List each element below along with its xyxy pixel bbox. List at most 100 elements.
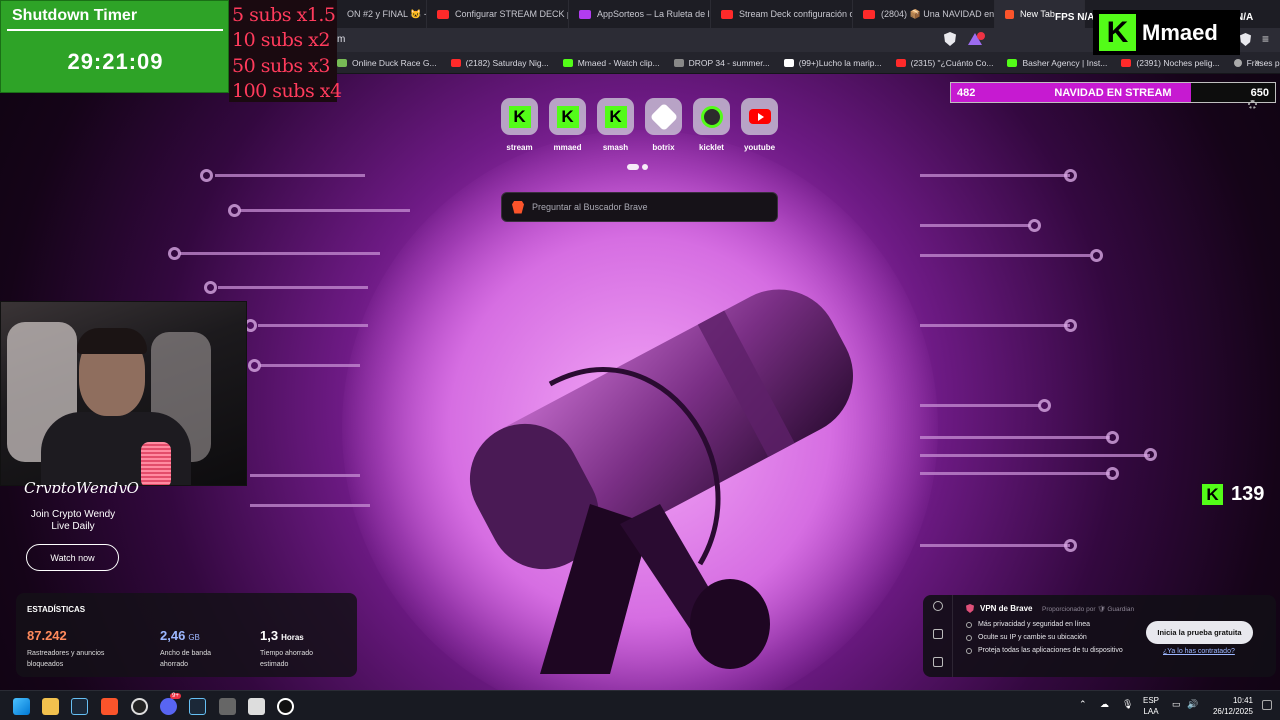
kick-icon: K xyxy=(604,105,627,128)
tab-2[interactable]: AppSorteos – La Ruleta de la S xyxy=(569,0,711,28)
steam-icon[interactable] xyxy=(189,698,206,715)
bookmark-item[interactable]: Mmaed - Watch clip... xyxy=(562,57,660,68)
search-box[interactable] xyxy=(501,192,778,222)
shortcut-mmaed[interactable]: K mmaed xyxy=(549,98,586,152)
circuit-node xyxy=(1090,249,1103,262)
page-dot[interactable] xyxy=(642,164,648,170)
tab-0[interactable]: ON #2 y FINAL 😺 - Yo xyxy=(337,0,427,28)
tab-1[interactable]: Configurar STREAM DECK para xyxy=(427,0,569,28)
check-icon xyxy=(966,647,972,654)
stat-unit: Horas xyxy=(281,633,304,642)
microphone-icon[interactable]: 🎙 xyxy=(1122,699,1133,710)
calculator-icon[interactable] xyxy=(219,698,236,715)
shortcut-botrix[interactable]: botrix xyxy=(645,98,682,152)
fps-readout: FPS N/A xyxy=(1055,12,1094,23)
shortcut-kicklet[interactable]: kicklet xyxy=(693,98,730,152)
shortcut-label: mmaed xyxy=(553,143,582,152)
circuit-trace xyxy=(250,474,360,477)
kick-count-value: 139 xyxy=(1231,483,1265,505)
shortcut-tile xyxy=(741,98,778,135)
bookmark-label: Mmaed - Watch clip... xyxy=(577,57,660,68)
brave-icon[interactable] xyxy=(101,698,118,715)
bookmark-label: Basher Agency | Inst... xyxy=(1022,57,1108,68)
store-icon[interactable] xyxy=(248,698,265,715)
circuit-node xyxy=(1106,467,1119,480)
file-explorer-icon[interactable] xyxy=(42,698,59,715)
watch-now-button[interactable]: Watch now xyxy=(26,544,119,571)
obs-icon[interactable] xyxy=(131,698,148,715)
shortcut-tile xyxy=(645,98,682,135)
webcam-microphone xyxy=(141,442,171,485)
system-clock[interactable]: 10:41 26/12/2025 xyxy=(1209,695,1253,717)
goal-target: 650 xyxy=(1250,87,1269,99)
webcam-person-hair xyxy=(77,328,147,354)
bookmark-label: Online Duck Race G... xyxy=(352,57,437,68)
vpn-trial-button[interactable]: Inicia la prueba gratuita xyxy=(1146,621,1253,644)
circuit-trace xyxy=(240,209,410,212)
clock-app-icon[interactable] xyxy=(277,698,294,715)
brave-shield-icon[interactable] xyxy=(944,32,956,46)
chevron-up-icon[interactable]: ⌃ xyxy=(1079,699,1087,710)
shortcut-tile: K xyxy=(549,98,586,135)
stats-title: ESTADÍSTICAS xyxy=(27,605,86,614)
windows-start-icon[interactable] xyxy=(13,698,30,715)
menu-icon[interactable]: ≡ xyxy=(1262,32,1269,46)
circuit-node xyxy=(200,169,213,182)
circuit-trace xyxy=(250,504,370,507)
language-indicator[interactable]: ESP LAA xyxy=(1143,695,1159,717)
vpn-triangle-icon[interactable] xyxy=(933,629,943,639)
stats-widget: ESTADÍSTICAS 87.242 Rastreadores y anunc… xyxy=(16,593,357,677)
tab-3[interactable]: Stream Deck configuración del xyxy=(711,0,853,28)
steam-icon[interactable] xyxy=(71,698,88,715)
promo-text: Join Crypto Wendy Live Daily xyxy=(0,509,146,533)
display-icon[interactable]: ▭ xyxy=(1172,699,1181,710)
page-dot-active[interactable] xyxy=(627,164,639,170)
shortcut-smash[interactable]: K smash xyxy=(597,98,634,152)
bookmark-item[interactable]: Online Duck Race G... xyxy=(337,58,437,68)
shortcut-youtube[interactable]: youtube xyxy=(741,98,778,152)
shield-icon[interactable] xyxy=(933,601,943,611)
bookmark-item[interactable]: DROP 34 - summer... xyxy=(673,57,770,68)
circuit-node xyxy=(1028,219,1041,232)
vpn-already-link[interactable]: ¿Ya lo has contratado? xyxy=(1163,648,1235,655)
circuit-trace xyxy=(920,254,1090,257)
bookmark-label: DROP 34 - summer... xyxy=(688,57,770,68)
kick-icon: K xyxy=(508,105,531,128)
tab-1-label: Configurar STREAM DECK para xyxy=(455,9,568,19)
circuit-node xyxy=(204,281,217,294)
tab-4[interactable]: (2804) 📦 Una NAVIDAD en Ki xyxy=(853,0,995,28)
bookmark-item[interactable]: (2391) Noches pelig... xyxy=(1121,58,1220,68)
mmaed-logo: K Mmaed xyxy=(1093,10,1240,55)
brand-name: Mmaed xyxy=(1142,19,1218,45)
vpn-title-text: VPN de Brave xyxy=(980,604,1033,613)
bookmark-item[interactable]: (2182) Saturday Nig... xyxy=(450,58,549,68)
kick-follower-count: K 139 xyxy=(1202,483,1264,506)
shortcut-stream[interactable]: K stream xyxy=(501,98,538,152)
vpn-feature-text: Más privacidad y seguridad en línea xyxy=(978,621,1091,628)
circuit-trace xyxy=(218,286,368,289)
botrix-icon xyxy=(649,102,678,131)
widget-sidebar xyxy=(923,595,953,677)
tiktok-icon xyxy=(783,58,794,67)
lang-line-2: LAA xyxy=(1143,707,1159,716)
circuit-trace xyxy=(180,252,380,255)
brave-lion-icon xyxy=(512,200,524,214)
bookmarks-more-icon[interactable]: » xyxy=(1254,57,1260,68)
volume-icon[interactable]: 🔊 xyxy=(1187,699,1198,710)
bookmark-item[interactable]: Basher Agency | Inst... xyxy=(1007,58,1107,68)
search-input[interactable] xyxy=(532,202,752,212)
clock-date: 26/12/2025 xyxy=(1212,707,1253,716)
circuit-trace xyxy=(258,324,368,327)
check-icon xyxy=(966,634,972,641)
gear-icon[interactable] xyxy=(1248,100,1257,109)
kick-icon: K xyxy=(1202,484,1223,505)
bookmark-item[interactable]: (2315) "¿Cuánto Co... xyxy=(895,58,993,68)
discord-icon[interactable] xyxy=(160,698,177,715)
card-icon[interactable] xyxy=(933,657,943,667)
vpn-icon[interactable] xyxy=(1240,33,1251,46)
bookmark-item[interactable]: (99+)Lucho la marip... xyxy=(783,58,882,68)
cloud-icon[interactable]: ☁ xyxy=(1100,699,1109,710)
duck-icon xyxy=(337,58,347,67)
circuit-node xyxy=(168,247,181,260)
notification-icon[interactable] xyxy=(1262,700,1272,710)
